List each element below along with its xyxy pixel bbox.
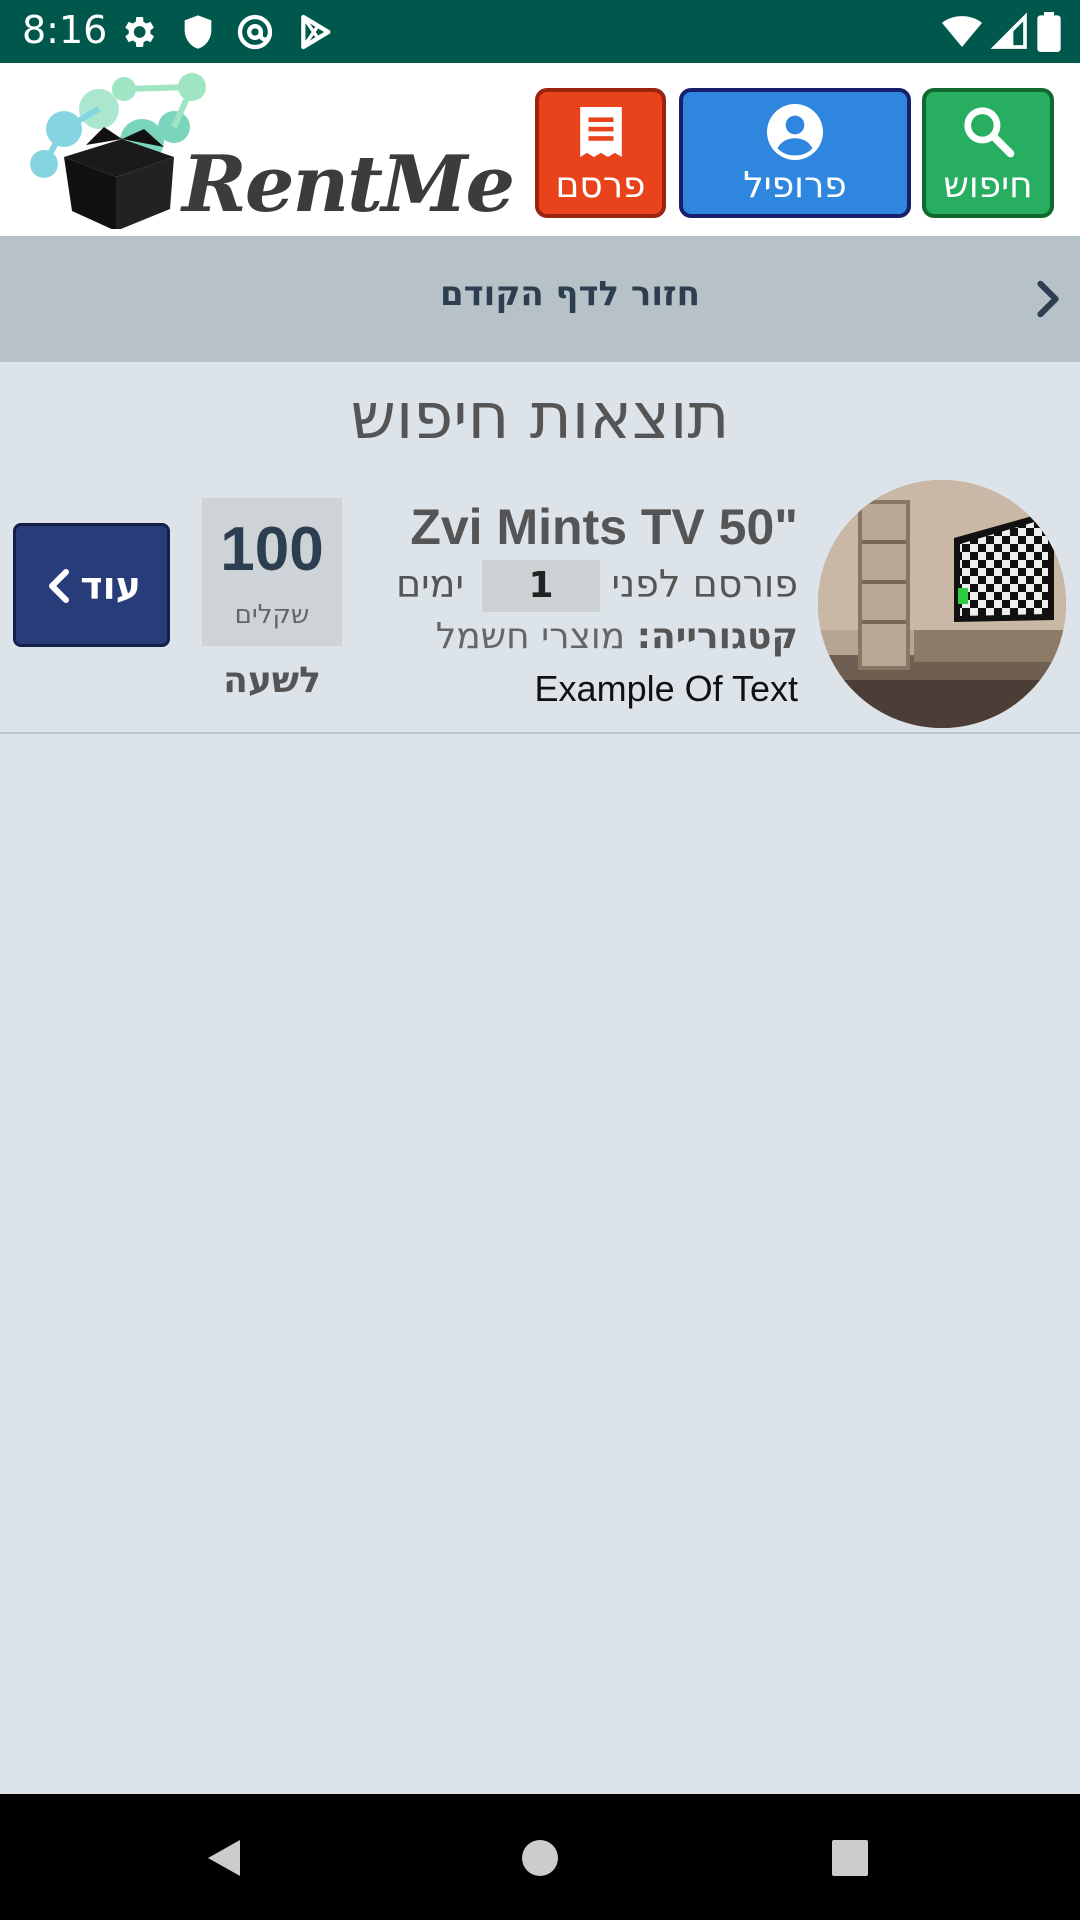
posted-info: פורסם לפני 1 ימים [378, 560, 798, 612]
result-item[interactable]: Zvi Mints TV 50" פורסם לפני 1 ימים קטגור… [0, 470, 1080, 734]
chevron-left-icon [49, 569, 69, 603]
posted-suffix: ימים [395, 562, 464, 606]
publish-button[interactable]: פרסם [535, 88, 666, 218]
system-nav-bar [0, 1794, 1080, 1920]
price-currency: שקלים [234, 600, 310, 630]
search-button-label: חיפוש [943, 165, 1033, 206]
home-circle-icon[interactable] [520, 1838, 560, 1878]
posted-days-badge: 1 [482, 560, 600, 612]
logo-text: RentMe [182, 139, 515, 230]
price-period: לשעה [223, 660, 321, 701]
at-sign-icon [237, 14, 273, 50]
account-circle-icon [767, 104, 823, 160]
play-store-icon [301, 14, 331, 50]
shield-icon [184, 15, 212, 49]
price-value: 100 [220, 515, 324, 584]
profile-button[interactable]: פרופיל [679, 88, 911, 218]
battery-icon [1037, 12, 1061, 52]
profile-button-label: פרופיל [743, 165, 847, 206]
status-bar: 8:16 [0, 0, 1080, 63]
posted-prefix: פורסם לפני [611, 562, 798, 606]
back-to-previous-bar[interactable]: חזור לדף הקודם [0, 236, 1080, 362]
page-title: תוצאות חיפוש [350, 380, 730, 454]
category-value: מוצרי חשמל [435, 616, 626, 657]
category-info: קטגורייה: מוצרי חשמל [436, 616, 798, 657]
signal-icon [990, 12, 1027, 49]
wifi-icon [942, 16, 982, 47]
back-triangle-icon[interactable] [204, 1836, 244, 1880]
gear-icon [125, 17, 154, 47]
item-title[interactable]: Zvi Mints TV 50" [410, 498, 798, 556]
search-button[interactable]: חיפוש [922, 88, 1054, 218]
category-label: קטגורייה: [636, 616, 798, 657]
price-box: 100 שקלים [202, 498, 342, 646]
status-time: 8:16 [22, 8, 108, 52]
tv-room-image [818, 480, 1066, 728]
search-icon [964, 107, 1015, 158]
publish-button-label: פרסם [555, 165, 646, 206]
app-header: RentMe פרסם פרופיל חיפוש [0, 63, 1080, 236]
receipt-icon [579, 107, 622, 157]
chevron-right-icon [1037, 280, 1059, 318]
recents-square-icon[interactable] [830, 1838, 870, 1878]
more-button[interactable]: עוד [13, 523, 170, 647]
item-description: Example Of Text [534, 668, 798, 709]
more-button-label: עוד [80, 564, 141, 608]
rentme-logo[interactable]: RentMe [24, 69, 515, 231]
item-thumbnail[interactable] [818, 480, 1066, 728]
back-label: חזור לדף הקודם [439, 274, 700, 314]
